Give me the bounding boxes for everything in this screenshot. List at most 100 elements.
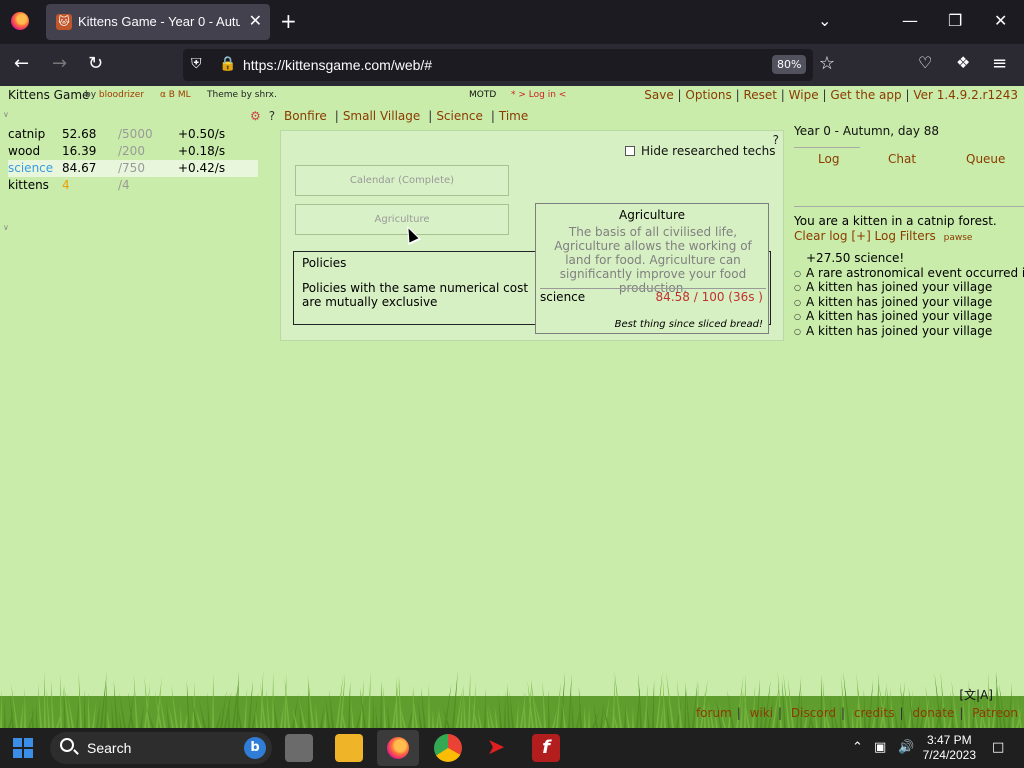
url-bar[interactable]: ⛨ 🔒 https://kittensgame.com/web/# 80% ☆	[183, 49, 835, 81]
resource-row-wood[interactable]: wood 16.39 /200 +0.18/s	[8, 143, 258, 160]
tab-science[interactable]: Science	[436, 109, 483, 123]
task-view-icon[interactable]	[285, 734, 313, 762]
resource-table: catnip 52.68 /5000 +0.50/s wood 16.39 /2…	[8, 126, 258, 194]
tab-title: Kittens Game - Year 0 - Autumn	[78, 14, 240, 29]
notification-icon[interactable]: □	[992, 740, 1004, 755]
network-icon[interactable]: ▣	[874, 740, 886, 755]
language-toggle[interactable]: [文|A]	[959, 686, 993, 703]
menu-icon[interactable]: ≡	[992, 53, 1007, 74]
chrome-icon[interactable]	[434, 734, 462, 762]
policies-description: Policies with the same numerical cost ar…	[302, 281, 529, 309]
show-hidden-icons-icon[interactable]: ⌃	[852, 740, 863, 755]
pawse-link[interactable]: pawse	[944, 233, 973, 243]
app-arrow-icon[interactable]: ➤	[482, 734, 510, 762]
resource-name: wood	[8, 144, 41, 158]
volume-icon[interactable]: 🔊	[898, 740, 914, 755]
gear-icon[interactable]: ⚙	[250, 109, 261, 123]
clock-date: 7/24/2023	[922, 748, 976, 762]
extensions-icon[interactable]: ❖	[956, 53, 970, 72]
browser-tabbar: 🐱 Kittens Game - Year 0 - Autumn ✕ + ⌄ —…	[0, 0, 1024, 44]
clear-log-link[interactable]: Clear log	[794, 229, 848, 243]
resource-name: science	[8, 161, 54, 175]
tooltip-amount: 84.58 / 100 (36s )	[655, 290, 763, 304]
reset-link[interactable]: Reset	[743, 88, 777, 102]
resource-row-kittens[interactable]: kittens 4 /4	[8, 177, 258, 194]
donate-link[interactable]: donate	[912, 706, 954, 720]
tab-chat[interactable]: Chat	[888, 152, 916, 166]
tab-time[interactable]: Time	[499, 109, 528, 123]
minimize-icon[interactable]: —	[902, 11, 918, 30]
firefox-icon[interactable]	[11, 12, 29, 30]
wiki-link[interactable]: wiki	[750, 706, 773, 720]
firefox-icon	[387, 737, 409, 759]
save-link[interactable]: Save	[644, 88, 673, 102]
version-link[interactable]: Ver 1.4.9.2.r1243	[913, 88, 1018, 102]
lock-icon[interactable]: 🔒	[219, 56, 236, 72]
resource-row-catnip[interactable]: catnip 52.68 /5000 +0.50/s	[8, 126, 258, 143]
checkbox[interactable]	[625, 146, 635, 156]
tooltip-title: Agriculture	[619, 208, 685, 222]
new-tab-icon[interactable]: +	[280, 9, 297, 33]
resource-rate: +0.42/s	[178, 161, 226, 175]
list-tabs-chevron-icon[interactable]: ⌄	[818, 11, 831, 30]
forum-link[interactable]: forum	[696, 706, 732, 720]
options-link[interactable]: Options	[685, 88, 731, 102]
collapse-icon[interactable]: ∨	[3, 110, 9, 119]
pocket-icon[interactable]: ♡	[918, 53, 932, 72]
tab-log[interactable]: Log	[818, 152, 839, 166]
wipe-link[interactable]: Wipe	[789, 88, 819, 102]
log-controls: Clear log [+] Log Filters pawse	[794, 229, 972, 243]
tooltip-resource: science	[540, 290, 586, 304]
tab-bonfire[interactable]: Bonfire	[284, 109, 327, 123]
taskbar-clock[interactable]: 3:47 PM 7/24/2023	[923, 733, 976, 763]
log-entry: A kitten has joined your village	[794, 309, 1024, 324]
resource-value: 84.67	[62, 161, 97, 175]
resource-value: 52.68	[62, 127, 97, 141]
flash-player-icon[interactable]: f	[532, 734, 560, 762]
credits-link[interactable]: credits	[854, 706, 895, 720]
zoom-badge[interactable]: 80%	[772, 55, 807, 74]
url-text[interactable]: https://kittensgame.com/web/#	[243, 57, 432, 73]
resource-max: /4	[118, 178, 130, 192]
back-icon[interactable]: ←	[14, 53, 29, 74]
login-link[interactable]: * > Log in <	[511, 90, 566, 100]
log-filters-link[interactable]: [+] Log Filters	[851, 229, 935, 243]
motd-link[interactable]: MOTD	[469, 90, 496, 100]
small-links[interactable]: α B ML	[160, 90, 191, 100]
close-tab-icon[interactable]: ✕	[249, 11, 262, 30]
divider	[794, 206, 1024, 207]
bing-icon[interactable]: b	[244, 737, 266, 759]
calendar-tech-button[interactable]: Calendar (Complete)	[295, 165, 509, 196]
divider	[540, 288, 766, 289]
file-explorer-icon[interactable]	[335, 734, 363, 762]
browser-tab[interactable]: 🐱 Kittens Game - Year 0 - Autumn ✕	[46, 4, 270, 40]
bookmark-star-icon[interactable]: ☆	[819, 53, 835, 74]
windows-start-icon[interactable]	[13, 738, 33, 758]
collapse-icon[interactable]: ∨	[3, 223, 9, 232]
restore-icon[interactable]: ❐	[948, 11, 962, 30]
right-column: Year 0 - Autumn, day 88 Log Chat Queue Y…	[794, 124, 1024, 338]
forward-icon[interactable]: →	[52, 53, 67, 74]
close-window-icon[interactable]: ✕	[994, 11, 1007, 30]
resource-row-science[interactable]: science 84.67 /750 +0.42/s	[8, 160, 258, 177]
kitten-favicon-icon: 🐱	[56, 14, 72, 30]
shield-icon[interactable]: ⛨	[191, 56, 202, 72]
resource-rate: +0.18/s	[178, 144, 226, 158]
author-link[interactable]: bloodrizer	[99, 90, 144, 100]
patreon-link[interactable]: Patreon	[972, 706, 1018, 720]
tab-queue[interactable]: Queue	[966, 152, 1005, 166]
discord-link[interactable]: Discord	[791, 706, 836, 720]
reload-icon[interactable]: ↻	[88, 53, 103, 74]
tab-small-village[interactable]: Small Village	[343, 109, 420, 123]
taskbar-search[interactable]: Search b	[50, 732, 272, 764]
resource-max: /5000	[118, 127, 153, 141]
hide-researched-toggle[interactable]: Hide researched techs	[625, 144, 775, 158]
resource-rate: +0.50/s	[178, 127, 226, 141]
firefox-taskbar-button[interactable]	[377, 730, 419, 766]
get-app-link[interactable]: Get the app	[830, 88, 901, 102]
tooltip-description: The basis of all civilised life, Agricul…	[554, 225, 752, 295]
browser-navbar: ← → ↻ ⛨ 🔒 https://kittensgame.com/web/# …	[0, 44, 1024, 86]
log-entry: A kitten has joined your village	[794, 295, 1024, 310]
tooltip-flavor: Best thing since sliced bread!	[614, 319, 763, 330]
help-icon[interactable]: ?	[269, 109, 275, 123]
